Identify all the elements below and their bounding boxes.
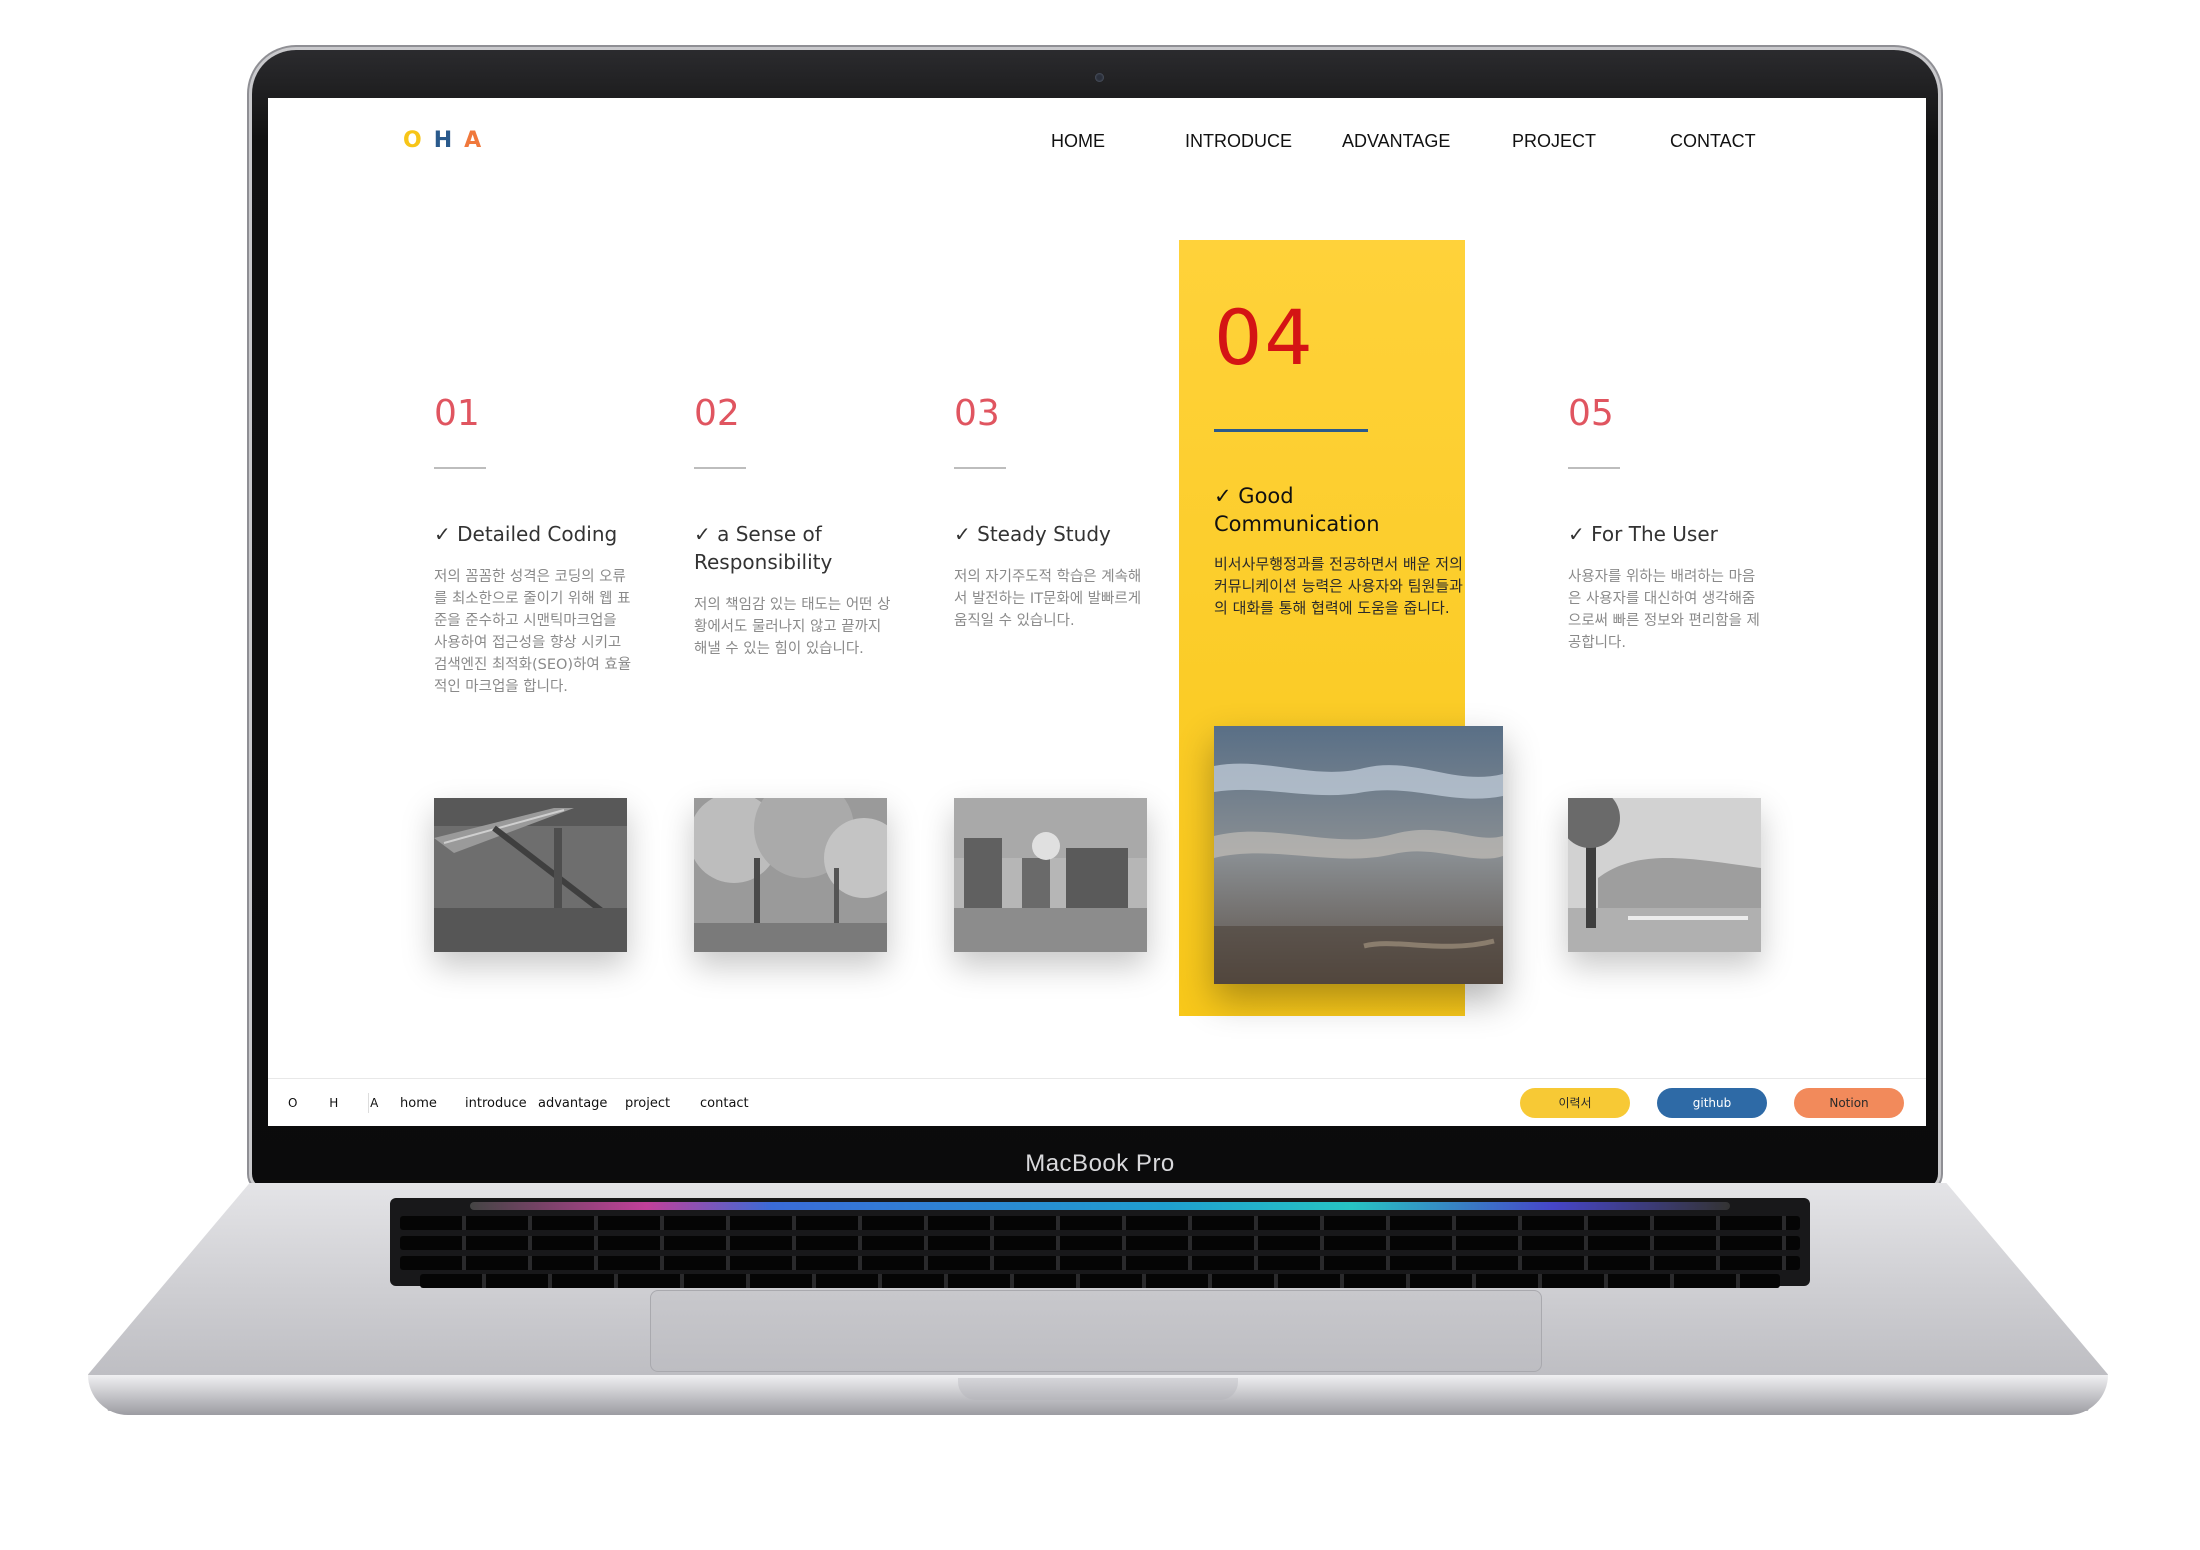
card-divider — [1568, 467, 1620, 469]
nav-introduce[interactable]: INTRODUCE — [1185, 131, 1292, 152]
card-title-text: For The User — [1591, 522, 1718, 546]
footer-link-advantage[interactable]: advantage — [538, 1096, 607, 1111]
card-divider — [434, 467, 486, 469]
keyboard-row — [400, 1236, 1800, 1250]
footer-link-project[interactable]: project — [625, 1096, 670, 1111]
keyboard-row — [400, 1256, 1800, 1270]
nav-contact[interactable]: CONTACT — [1670, 131, 1756, 152]
touch-bar — [470, 1202, 1730, 1210]
card-number: 02 — [694, 393, 740, 434]
check-icon: ✓ — [954, 522, 971, 546]
logo-letter-o: O — [403, 128, 434, 153]
card-title: ✓ Detailed Coding — [434, 520, 644, 548]
card-description: 저의 책임감 있는 태도는 어떤 상황에서도 물러나지 않고 끝까지 해낼 수 … — [694, 597, 891, 657]
footer-link-home[interactable]: home — [400, 1096, 437, 1111]
stairs-photo — [434, 798, 627, 952]
logo-letter-a: A — [464, 128, 494, 153]
keyboard-row — [400, 1216, 1800, 1230]
card-divider — [694, 467, 746, 469]
card-description: 사용자를 위하는 배려하는 마음은 사용자를 대신하여 생각해줌으로써 빠른 정… — [1568, 569, 1760, 651]
featured-card-description: 비서사무행정과를 전공하면서 배운 저의 커뮤니케이션 능력은 사용자와 팀원들… — [1214, 555, 1463, 617]
card-title-text: Steady Study — [977, 522, 1111, 546]
featured-card-number: 04 — [1214, 293, 1315, 382]
logo-letter-h: H — [433, 128, 465, 153]
card-title: ✓ For The User — [1568, 520, 1778, 548]
card-description: 저의 자기주도적 학습은 계속해서 발전하는 IT문화에 발빠르게 움직일 수 … — [954, 569, 1142, 629]
check-icon: ✓ — [694, 522, 711, 546]
resume-button[interactable]: 이력서 — [1520, 1088, 1630, 1118]
card-title-text: Detailed Coding — [457, 522, 618, 546]
card-title-text: Good Communication — [1214, 484, 1380, 536]
site-logo[interactable]: OHA — [403, 128, 493, 153]
water-photo — [1214, 726, 1503, 984]
trackpad — [650, 1290, 1542, 1372]
device-label: MacBook Pro — [1025, 1150, 1175, 1177]
keyboard-row — [420, 1274, 1780, 1288]
footer-link-introduce[interactable]: introduce — [465, 1096, 527, 1111]
featured-card-title: ✓ Good Communication — [1214, 482, 1454, 538]
card-description: 저의 꼼꼼한 성격은 코딩의 오류를 최소한으로 줄이기 위해 웹 표준을 준수… — [434, 569, 632, 695]
card-title-text: a Sense of Responsibility — [694, 522, 833, 574]
footer-divider — [368, 1093, 369, 1113]
card-number: 03 — [954, 393, 1000, 434]
nav-advantage[interactable]: ADVANTAGE — [1342, 131, 1450, 152]
nav-home[interactable]: HOME — [1051, 131, 1105, 152]
city-photo — [954, 798, 1147, 952]
check-icon: ✓ — [1568, 522, 1585, 546]
landscape-photo — [1568, 798, 1761, 952]
card-title: ✓ a Sense of Responsibility — [694, 520, 894, 576]
trees-photo — [694, 798, 887, 952]
footer-logo[interactable]: O H A — [288, 1096, 392, 1110]
github-button[interactable]: github — [1657, 1088, 1767, 1118]
camera-icon — [1095, 73, 1104, 82]
card-number: 01 — [434, 393, 480, 434]
lid-notch — [958, 1378, 1238, 1400]
website-screen: OHA HOME INTRODUCE ADVANTAGE PROJECT CON… — [268, 98, 1926, 1126]
notion-button[interactable]: Notion — [1794, 1088, 1904, 1118]
featured-card-divider — [1214, 429, 1368, 432]
footer-link-contact[interactable]: contact — [700, 1096, 749, 1111]
nav-project[interactable]: PROJECT — [1512, 131, 1596, 152]
check-icon: ✓ — [434, 522, 451, 546]
footer-bar: O H A home introduce advantage project c… — [268, 1078, 1926, 1126]
check-icon: ✓ — [1214, 484, 1232, 508]
card-divider — [954, 467, 1006, 469]
card-number: 05 — [1568, 393, 1614, 434]
card-title: ✓ Steady Study — [954, 520, 1154, 548]
